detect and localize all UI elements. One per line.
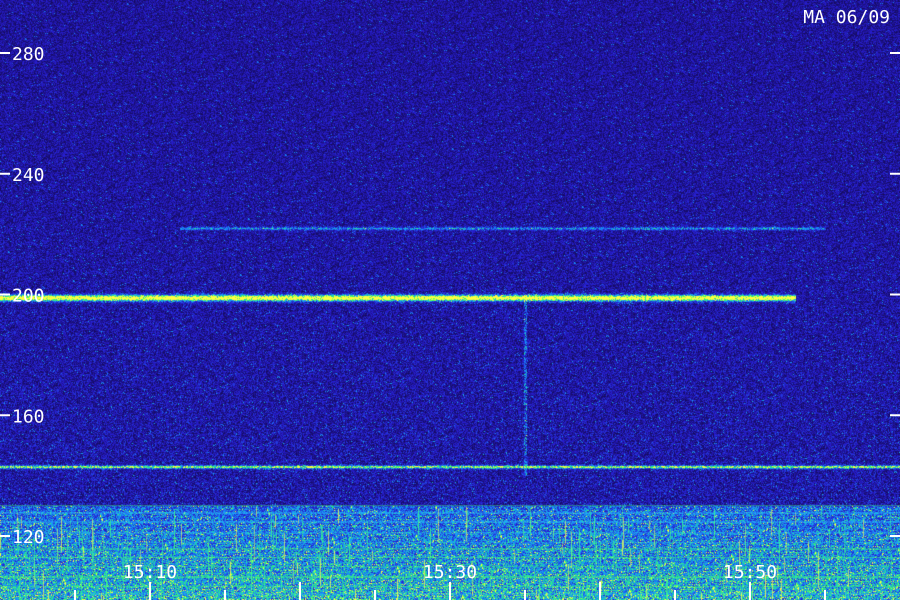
x-axis: 15:10 15:30 15:50 [74,562,826,600]
y-tick-label: 160 [12,406,45,427]
y-tick-label: 240 [12,165,45,186]
station-date-stamp: MA 06/09 [803,7,890,28]
x-tick-label: 15:10 [123,562,177,583]
y-tick-label: 200 [12,286,45,307]
x-tick-label: 15:30 [423,562,477,583]
y-axis-left: 280 240 200 160 120 [0,44,45,548]
x-tick-label: 15:50 [723,562,777,583]
y-tick-label: 120 [12,527,45,548]
y-axis-right [890,52,900,537]
y-tick-label: 280 [12,44,45,65]
spectrogram-axes: 280 240 200 160 120 15:10 15:30 15:50 MA 06/09 [0,7,900,600]
